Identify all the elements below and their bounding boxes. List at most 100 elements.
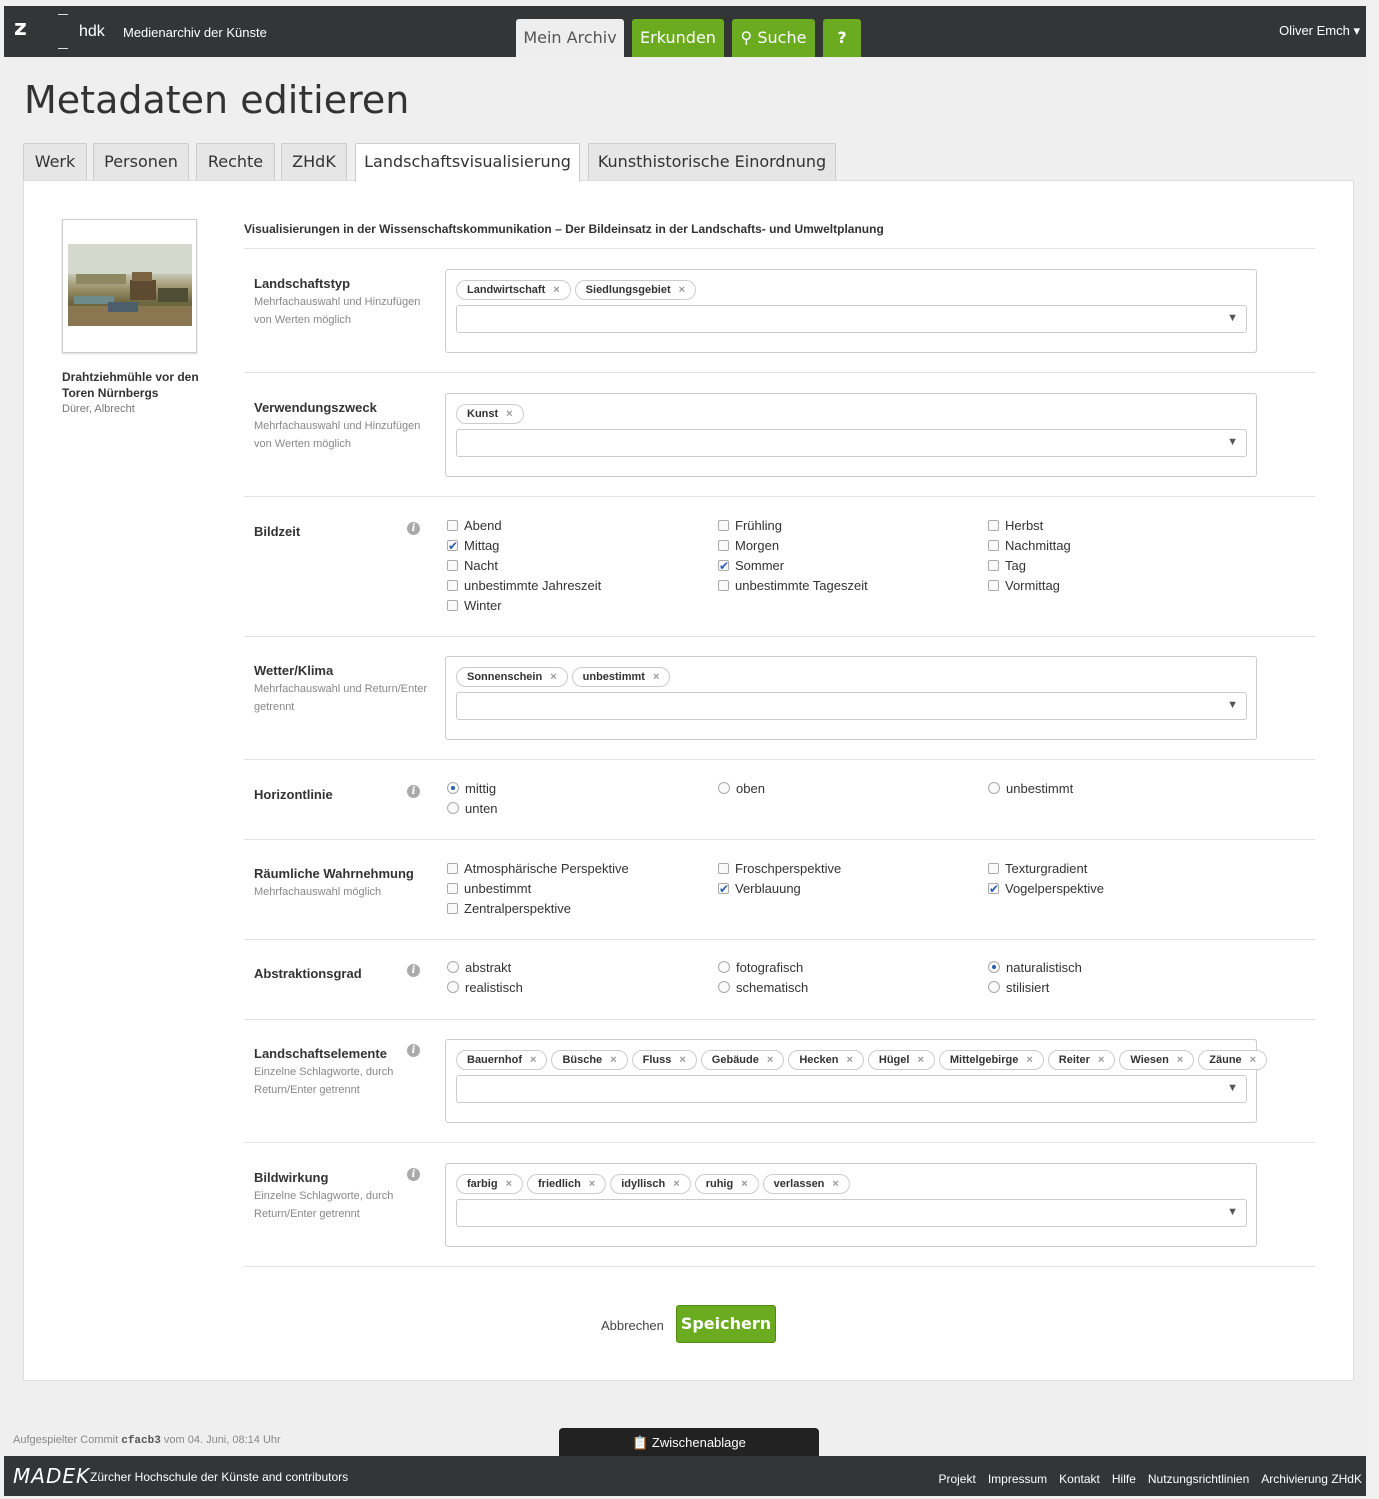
checkbox-verblauung[interactable]: Verblauung	[718, 880, 801, 898]
select-input-landschaftstyp[interactable]: ▼	[456, 305, 1247, 333]
chip-tag[interactable]: Gebäude ×	[700, 1050, 785, 1070]
checkbox-tag[interactable]: Tag	[988, 557, 1026, 575]
chip-tag[interactable]: Wiesen ×	[1119, 1050, 1195, 1070]
info-icon[interactable]: i	[407, 964, 420, 977]
chip-tag[interactable]: Fluss ×	[631, 1050, 697, 1070]
checkbox-box[interactable]	[988, 863, 999, 874]
media-thumbnail[interactable]	[62, 219, 197, 353]
footer-link-projekt[interactable]: Projekt	[938, 1472, 975, 1486]
chip-tag[interactable]: Zäune ×	[1198, 1050, 1268, 1070]
checkbox-box[interactable]	[988, 580, 999, 591]
remove-icon[interactable]: ×	[767, 1054, 773, 1066]
checkbox-zentralperspektive[interactable]: Zentralperspektive	[447, 900, 571, 918]
footer-link-impressum[interactable]: Impressum	[988, 1472, 1047, 1486]
footer-link-nutzungsrichtlinien[interactable]: Nutzungsrichtlinien	[1148, 1472, 1249, 1486]
nav-mein-archiv[interactable]: Mein Archiv	[516, 19, 624, 57]
checkbox-box-checked[interactable]	[988, 880, 999, 898]
checkbox-box[interactable]	[718, 580, 729, 591]
select-input-verwendungszweck[interactable]: ▼	[456, 429, 1247, 457]
chip-tag[interactable]: farbig ×	[456, 1174, 523, 1194]
checkbox-unbestimmte-jahreszeit[interactable]: unbestimmte Jahreszeit	[447, 577, 601, 595]
footer-link-kontakt[interactable]: Kontakt	[1059, 1472, 1100, 1486]
nav-help[interactable]: ?	[823, 19, 861, 57]
checkbox-texturgradient[interactable]: Texturgradient	[988, 860, 1087, 878]
remove-icon[interactable]: ×	[679, 1054, 685, 1066]
checkbox-unbestimmte-tageszeit[interactable]: unbestimmte Tageszeit	[718, 577, 868, 595]
radio-button[interactable]	[447, 802, 459, 814]
checkbox-vogelperspektive[interactable]: Vogelperspektive	[988, 880, 1104, 898]
radio-realistisch[interactable]: realistisch	[447, 979, 523, 997]
checkbox-nachmittag[interactable]: Nachmittag	[988, 537, 1071, 555]
remove-icon[interactable]: ×	[741, 1178, 747, 1190]
chip-tag[interactable]: Sonnenschein ×	[456, 667, 568, 687]
remove-icon[interactable]: ×	[553, 284, 559, 296]
commit-hash[interactable]: cfacb3	[121, 1435, 161, 1447]
cancel-link[interactable]: Abbrechen	[601, 1318, 664, 1333]
checkbox-box[interactable]	[447, 560, 458, 571]
remove-icon[interactable]: ×	[673, 1178, 679, 1190]
radio-button[interactable]	[447, 981, 459, 993]
chip-tag[interactable]: idyllisch ×	[610, 1174, 691, 1194]
remove-icon[interactable]: ×	[1098, 1054, 1104, 1066]
chip-tag[interactable]: Hügel ×	[867, 1050, 935, 1070]
chip-tag[interactable]: Bauernhof ×	[456, 1050, 548, 1070]
checkbox-box[interactable]	[447, 863, 458, 874]
checkbox-box-checked[interactable]	[447, 537, 458, 555]
remove-icon[interactable]: ×	[846, 1054, 852, 1066]
chip-tag[interactable]: Hecken ×	[788, 1050, 864, 1070]
brand-name[interactable]: Medienarchiv der Künste	[123, 25, 267, 40]
remove-icon[interactable]: ×	[1026, 1054, 1032, 1066]
checkbox-atmosphaerische-perspektive[interactable]: Atmosphärische Perspektive	[447, 860, 629, 878]
radio-button-selected[interactable]	[447, 782, 459, 794]
remove-icon[interactable]: ×	[506, 408, 512, 420]
tab-werk[interactable]: Werk	[23, 143, 87, 181]
tab-kunsthistorische-einordnung[interactable]: Kunsthistorische Einordnung	[588, 143, 836, 181]
checkbox-box[interactable]	[447, 883, 458, 894]
checkbox-sommer[interactable]: Sommer	[718, 557, 784, 575]
chip-tag[interactable]: friedlich ×	[527, 1174, 607, 1194]
remove-icon[interactable]: ×	[679, 284, 685, 296]
radio-unbestimmt[interactable]: unbestimmt	[988, 780, 1073, 798]
brand-hdk[interactable]: hdk	[79, 23, 105, 41]
remove-icon[interactable]: ×	[550, 671, 556, 683]
tab-rechte[interactable]: Rechte	[196, 143, 275, 181]
checkbox-box[interactable]	[447, 903, 458, 914]
radio-button[interactable]	[447, 961, 459, 973]
radio-abstrakt[interactable]: abstrakt	[447, 959, 511, 977]
radio-oben[interactable]: oben	[718, 780, 765, 798]
madek-logo[interactable]: MADEK	[13, 1464, 90, 1488]
save-button[interactable]: Speichern	[676, 1305, 776, 1343]
footer-link-hilfe[interactable]: Hilfe	[1112, 1472, 1136, 1486]
dropdown-arrow-icon[interactable]: ▼	[1227, 1082, 1238, 1094]
checkbox-mittag[interactable]: Mittag	[447, 537, 499, 555]
nav-suche[interactable]: ⚲ Suche	[732, 19, 815, 57]
checkbox-fruehling[interactable]: Frühling	[718, 517, 782, 535]
checkbox-box[interactable]	[988, 560, 999, 571]
radio-button-selected[interactable]	[988, 961, 1000, 973]
chip-tag[interactable]: Kunst ×	[456, 404, 524, 424]
remove-icon[interactable]: ×	[1250, 1054, 1256, 1066]
info-icon[interactable]: i	[407, 522, 420, 535]
radio-naturalistisch[interactable]: naturalistisch	[988, 959, 1082, 977]
checkbox-box[interactable]	[447, 580, 458, 591]
radio-button[interactable]	[988, 782, 1000, 794]
remove-icon[interactable]: ×	[653, 671, 659, 683]
checkbox-vormittag[interactable]: Vormittag	[988, 577, 1060, 595]
clipboard-tab[interactable]: 📋 Zwischenablage	[559, 1428, 819, 1458]
radio-mittig[interactable]: mittig	[447, 780, 496, 798]
chip-tag[interactable]: Siedlungsgebiet ×	[574, 280, 697, 300]
chip-tag[interactable]: Landwirtschaft ×	[456, 280, 571, 300]
dropdown-arrow-icon[interactable]: ▼	[1227, 1206, 1238, 1218]
user-menu[interactable]: Oliver Emch ▾	[1279, 23, 1360, 39]
remove-icon[interactable]: ×	[1177, 1054, 1183, 1066]
dropdown-arrow-icon[interactable]: ▼	[1227, 436, 1238, 448]
footer-link-archivierung[interactable]: Archivierung ZHdK	[1261, 1472, 1362, 1486]
radio-unten[interactable]: unten	[447, 800, 498, 818]
info-icon[interactable]: i	[407, 1044, 420, 1057]
checkbox-nacht[interactable]: Nacht	[447, 557, 498, 575]
checkbox-box-checked[interactable]	[718, 880, 729, 898]
radio-button[interactable]	[718, 782, 730, 794]
checkbox-unbestimmt[interactable]: unbestimmt	[447, 880, 531, 898]
dropdown-arrow-icon[interactable]: ▼	[1227, 699, 1238, 711]
remove-icon[interactable]: ×	[832, 1178, 838, 1190]
